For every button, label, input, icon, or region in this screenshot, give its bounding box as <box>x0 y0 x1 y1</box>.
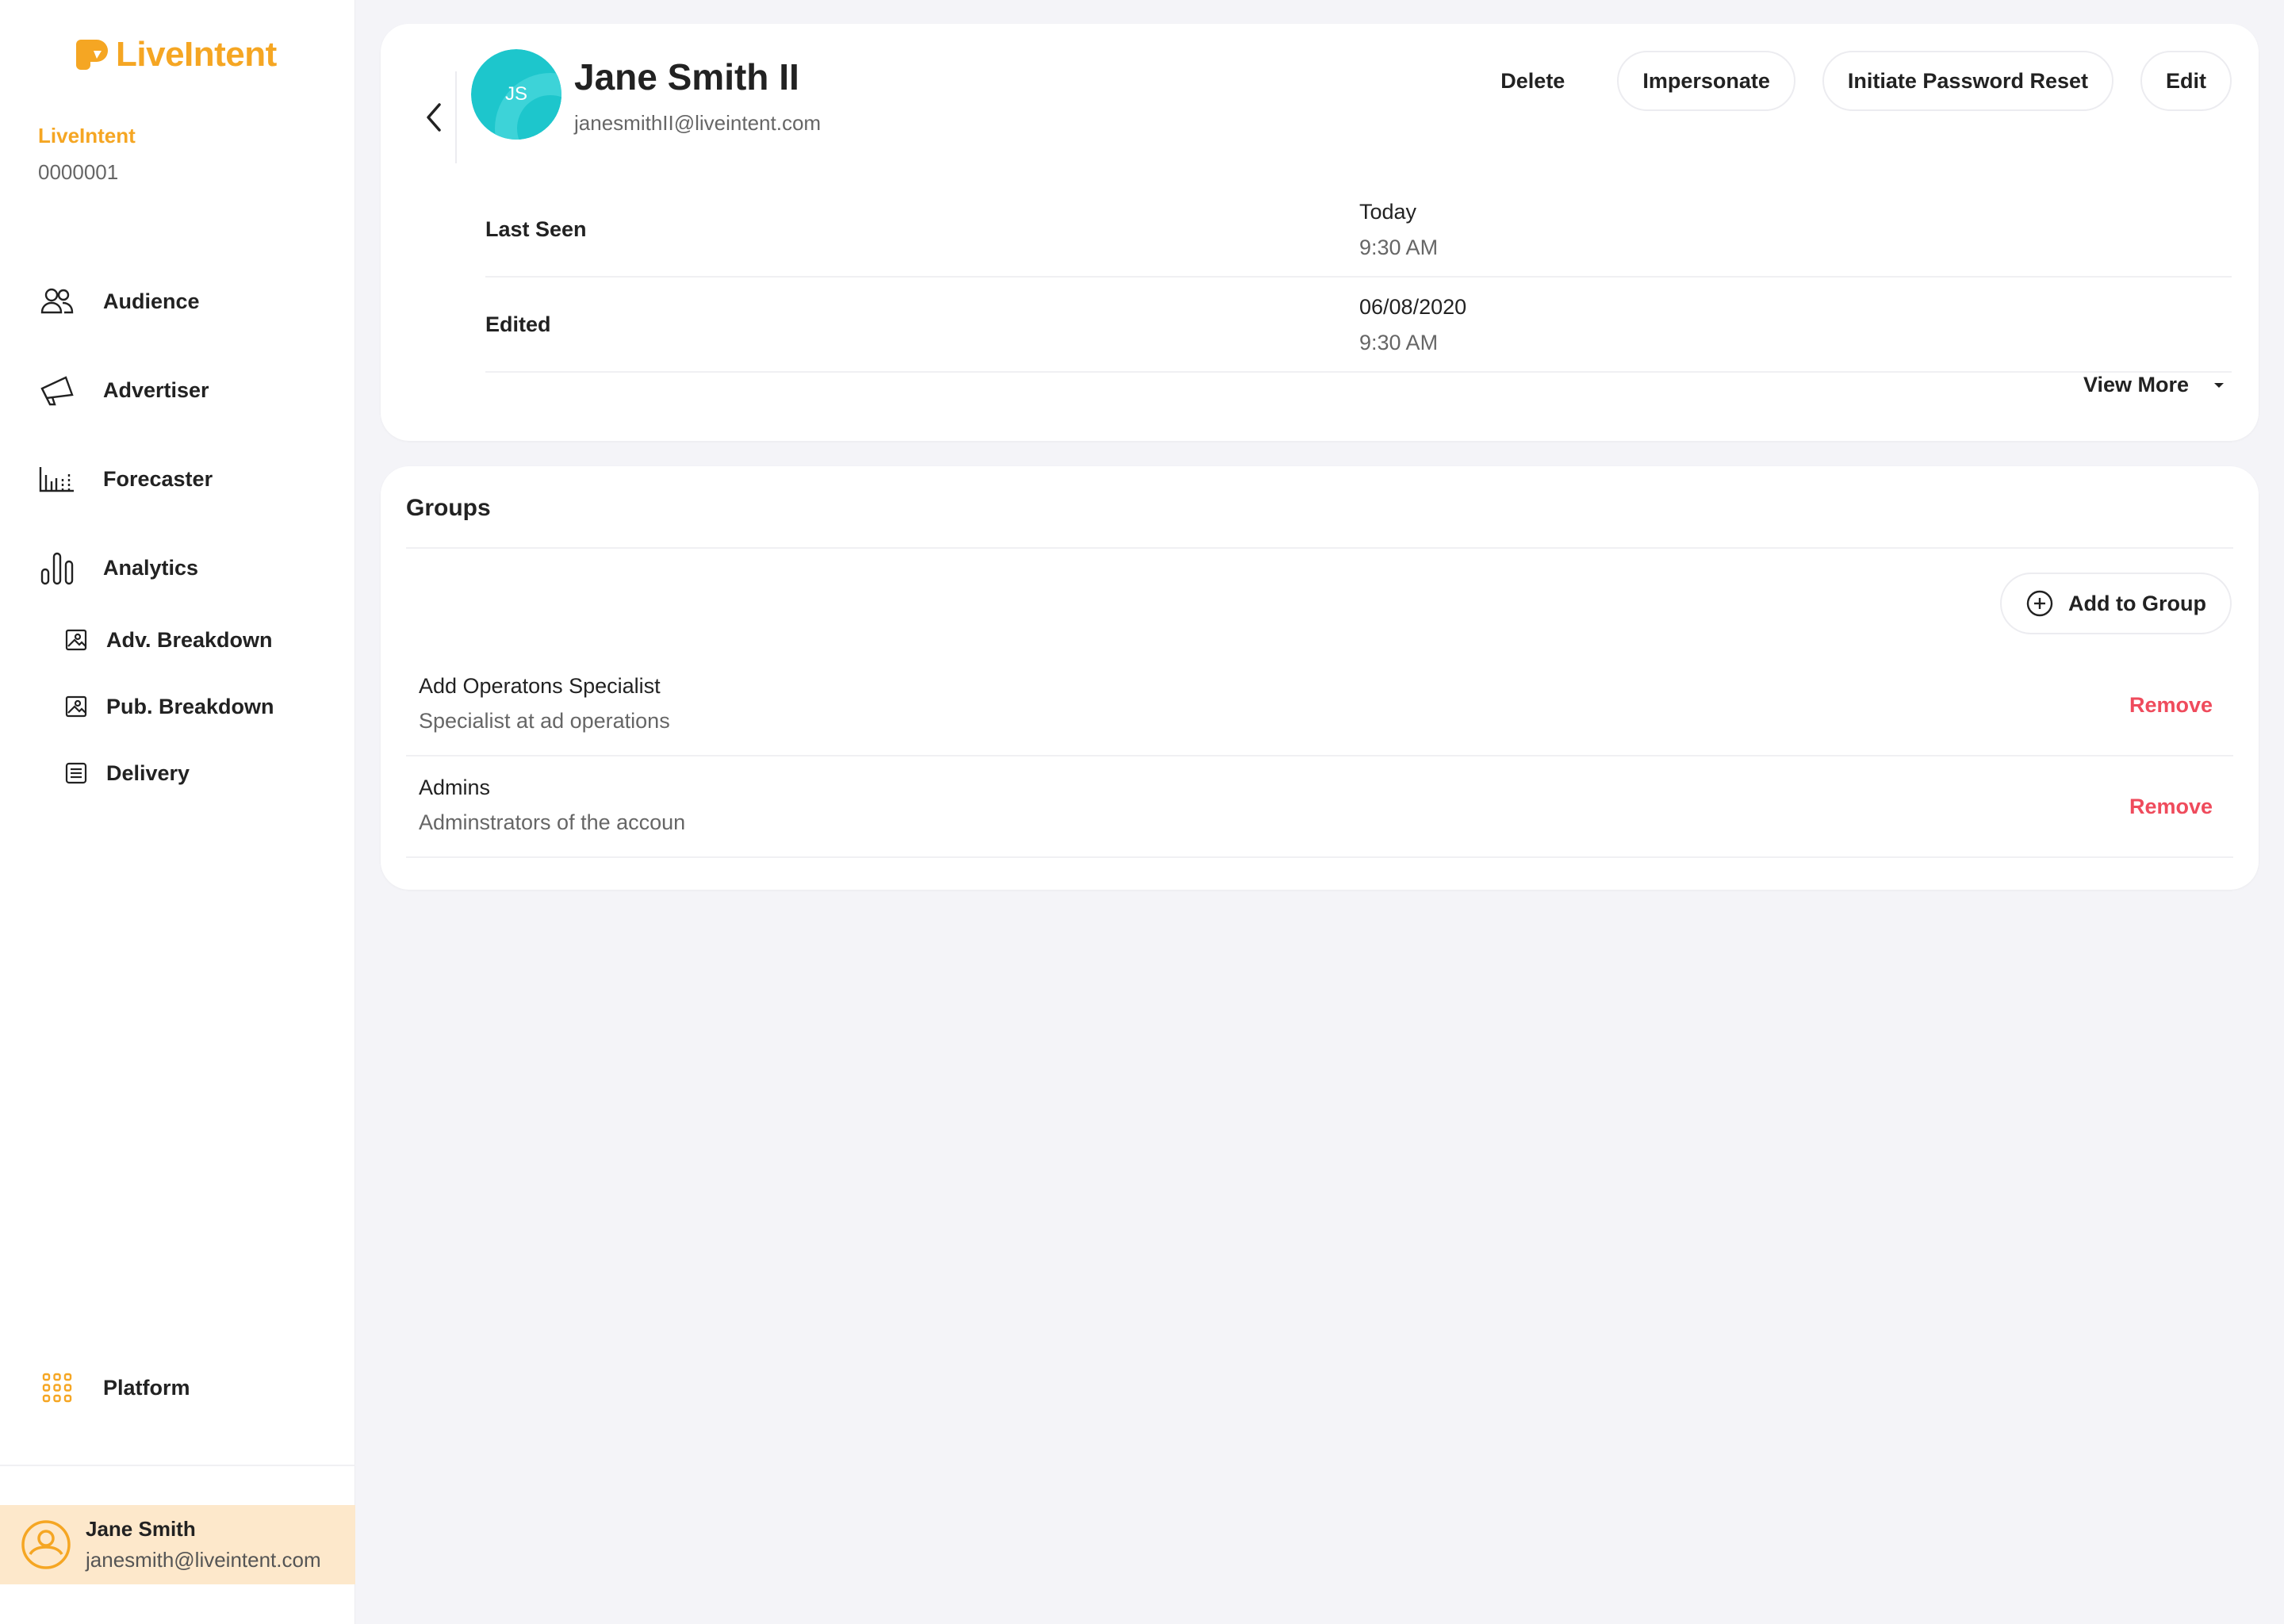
initiate-password-reset-button[interactable]: Initiate Password Reset <box>1822 51 2113 111</box>
view-more-label: View More <box>2083 373 2189 396</box>
nav-sublabel-pub-breakdown: Pub. Breakdown <box>106 694 274 718</box>
detail-row-last-seen: Last Seen Today 9:30 AM <box>485 182 2232 278</box>
chevron-left-icon <box>427 103 441 132</box>
caret-down-icon <box>2214 382 2224 388</box>
grid-icon <box>38 1369 76 1407</box>
profile-actions: Delete Impersonate Initiate Password Res… <box>1475 51 2232 111</box>
brand-logo[interactable]: LiveIntent <box>75 35 277 75</box>
back-button[interactable] <box>412 71 457 163</box>
megaphone-icon <box>38 371 76 409</box>
nav-item-platform[interactable]: Platform <box>38 1364 190 1411</box>
nav-item-analytics[interactable]: Analytics <box>38 544 198 592</box>
groups-title: Groups <box>406 495 491 521</box>
nav-subitem-delivery[interactable]: Delivery <box>63 753 190 793</box>
nav-label-advertiser: Advertiser <box>103 377 209 402</box>
detail-value-date: 06/08/2020 <box>1359 295 1467 319</box>
user-profile-card: JS Jane Smith II janesmithII@liveintent.… <box>381 24 2259 441</box>
avatar-initials: JS <box>504 83 527 105</box>
nav-item-audience[interactable]: Audience <box>38 278 200 325</box>
edit-button[interactable]: Edit <box>2140 51 2232 111</box>
group-name: Admins <box>419 776 491 799</box>
audience-icon <box>38 282 76 320</box>
current-user-card[interactable]: Jane Smith janesmith@liveintent.com <box>0 1505 355 1584</box>
remove-group-button[interactable]: Remove <box>2129 756 2213 856</box>
group-row: Admins Adminstrators of the accoun Remov… <box>406 756 2233 858</box>
brand-name: LiveIntent <box>116 35 277 74</box>
user-name: Jane Smith <box>86 1517 196 1541</box>
detail-label: Last Seen <box>485 216 587 241</box>
detail-label: Edited <box>485 312 551 336</box>
groups-card: Groups Add to Group Add Operatons Specia… <box>381 466 2259 890</box>
detail-value-date: Today <box>1359 200 1417 224</box>
user-avatar-icon <box>21 1520 71 1569</box>
liveintent-logo-icon <box>76 40 108 70</box>
groups-divider <box>406 547 2233 549</box>
group-row: Add Operatons Specialist Specialist at a… <box>406 655 2233 756</box>
detail-value-time: 9:30 AM <box>1359 236 1439 259</box>
impersonate-button[interactable]: Impersonate <box>1617 51 1795 111</box>
add-to-group-button[interactable]: Add to Group <box>2000 573 2232 634</box>
profile-avatar: JS <box>471 49 561 140</box>
image-icon <box>63 694 89 719</box>
user-email: janesmith@liveintent.com <box>86 1548 321 1572</box>
nav-item-advertiser[interactable]: Advertiser <box>38 366 209 414</box>
add-to-group-label: Add to Group <box>2068 591 2206 615</box>
group-description: Specialist at ad operations <box>419 709 670 733</box>
image-icon <box>63 627 89 653</box>
detail-value-time: 9:30 AM <box>1359 331 1439 354</box>
sidebar: LiveIntent LiveIntent 0000001 Audience A… <box>0 0 355 1624</box>
list-icon <box>63 760 89 786</box>
forecast-chart-icon <box>38 460 76 498</box>
nav-label-audience: Audience <box>103 289 200 313</box>
nav-subitem-adv-breakdown[interactable]: Adv. Breakdown <box>63 620 273 660</box>
detail-value: Today 9:30 AM <box>1359 200 1438 260</box>
user-info: Jane Smith janesmith@liveintent.com <box>86 1517 321 1572</box>
nav-label-analytics: Analytics <box>103 555 199 580</box>
detail-value: 06/08/2020 9:30 AM <box>1359 295 1466 355</box>
org-id: 0000001 <box>38 160 119 184</box>
nav-label-forecaster: Forecaster <box>103 466 213 491</box>
nav-sublabel-adv-breakdown: Adv. Breakdown <box>106 627 273 652</box>
nav-label-platform: Platform <box>103 1375 190 1400</box>
group-name: Add Operatons Specialist <box>419 674 661 698</box>
bar-chart-icon <box>38 549 76 587</box>
plus-circle-icon <box>2026 590 2053 617</box>
nav-subitem-pub-breakdown[interactable]: Pub. Breakdown <box>63 687 274 726</box>
profile-name: Jane Smith II <box>574 56 799 98</box>
profile-email: janesmithII@liveintent.com <box>574 111 822 135</box>
sidebar-divider <box>0 1465 355 1466</box>
nav-sublabel-delivery: Delivery <box>106 760 190 785</box>
org-name: LiveIntent <box>38 124 136 147</box>
remove-group-button[interactable]: Remove <box>2129 655 2213 755</box>
nav-item-forecaster[interactable]: Forecaster <box>38 455 213 503</box>
view-more-toggle[interactable]: View More <box>2083 373 2225 397</box>
delete-button[interactable]: Delete <box>1475 51 1591 111</box>
group-description: Adminstrators of the accoun <box>419 810 686 834</box>
detail-row-edited: Edited 06/08/2020 9:30 AM <box>485 278 2232 373</box>
